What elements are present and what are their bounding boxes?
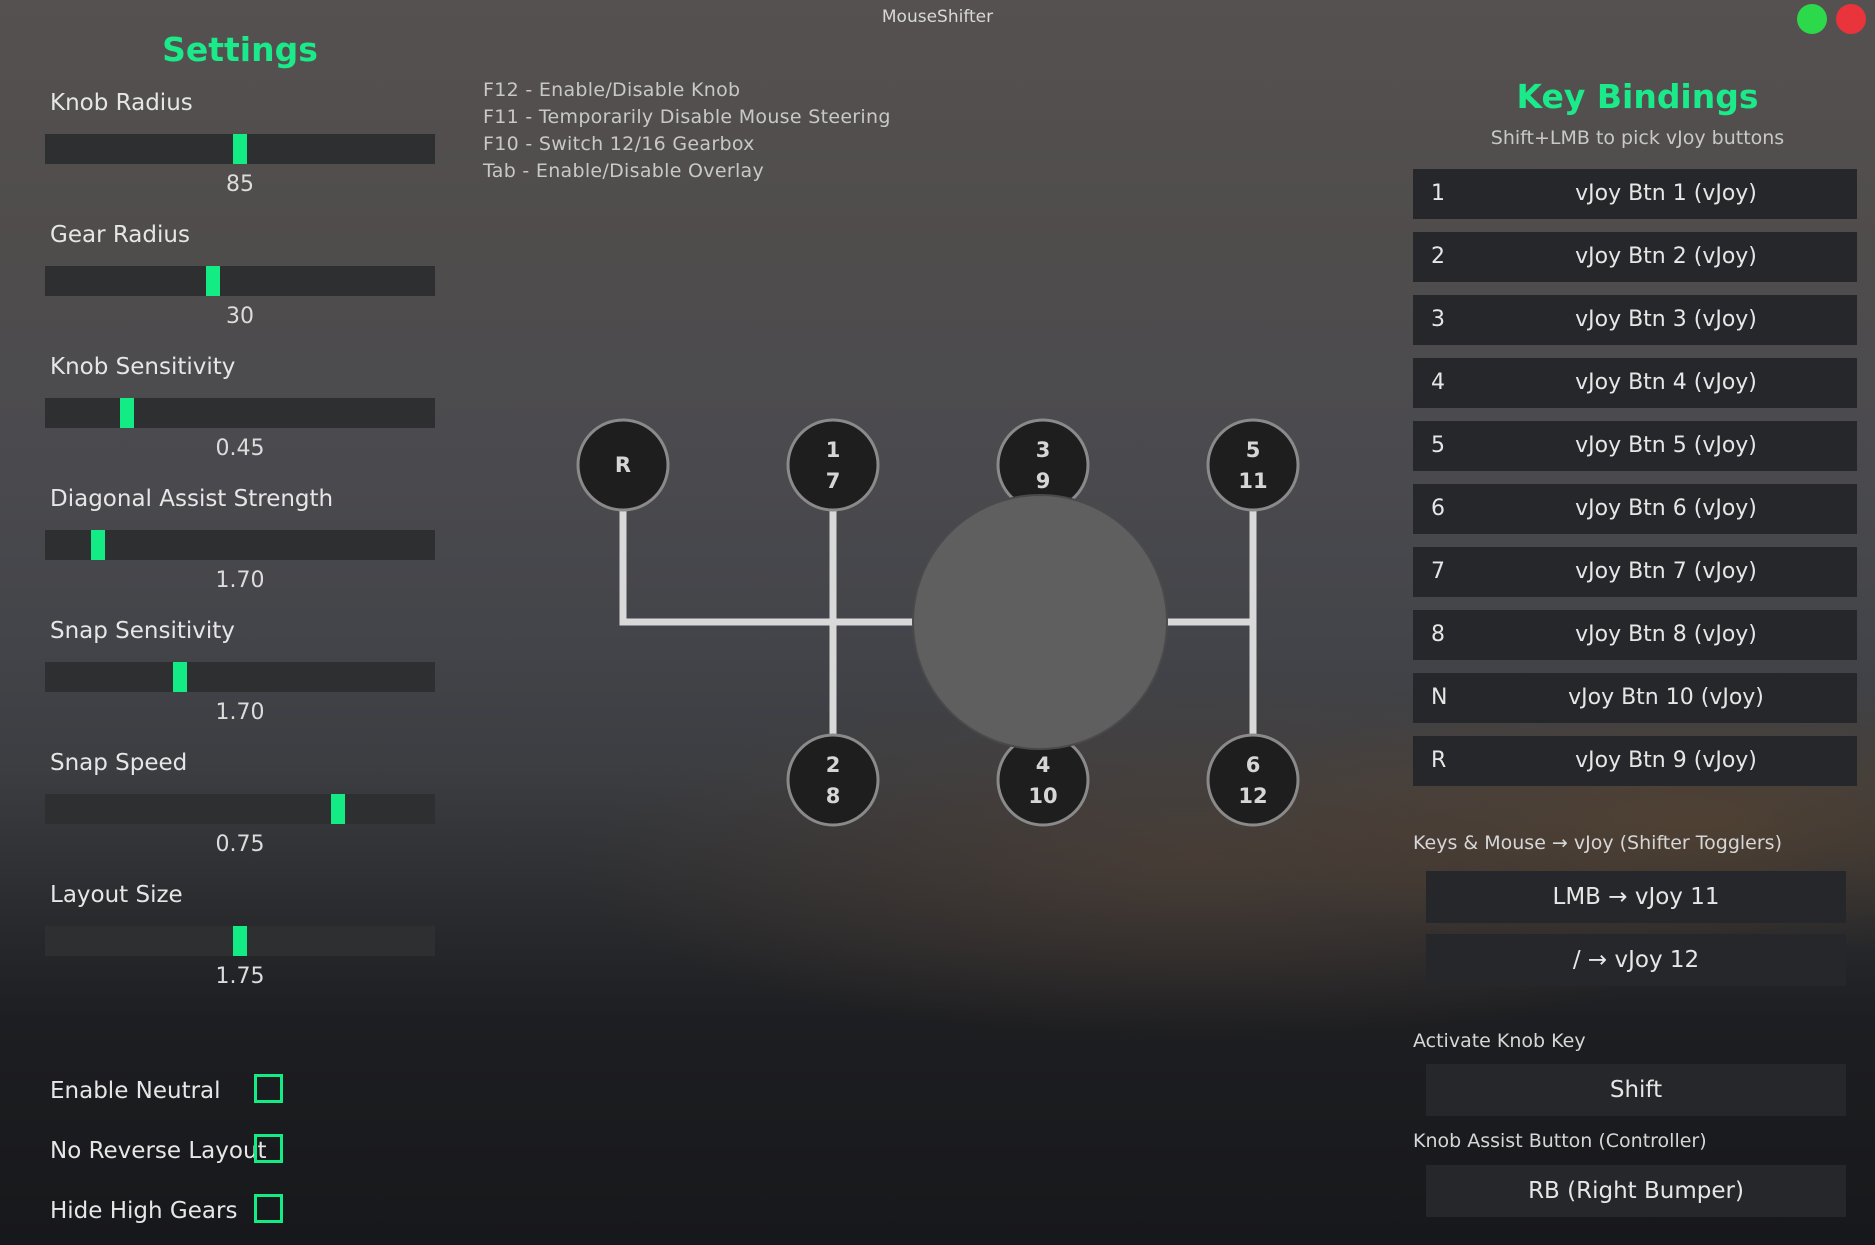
gear-label: 10	[1028, 784, 1057, 808]
binding-key: 3	[1431, 307, 1445, 332]
binding-value: vJoy Btn 10 (vJoy)	[1568, 685, 1764, 710]
binding-key: 8	[1431, 622, 1445, 647]
binding-row-5[interactable]: 5 vJoy Btn 5 (vJoy)	[1413, 421, 1857, 471]
binding-key: 7	[1431, 559, 1445, 584]
gear-2-8[interactable]: 2 8	[786, 733, 880, 827]
gear-label: 12	[1238, 784, 1267, 808]
binding-key: 2	[1431, 244, 1445, 269]
gear-5-11[interactable]: 5 11	[1206, 418, 1300, 512]
binding-value: vJoy Btn 7 (vJoy)	[1575, 559, 1757, 584]
gear-label: 6	[1246, 753, 1261, 777]
binding-value: vJoy Btn 5 (vJoy)	[1575, 433, 1757, 458]
binding-row-6[interactable]: 6 vJoy Btn 6 (vJoy)	[1413, 484, 1857, 534]
key-bindings-title: Key Bindings	[1516, 77, 1759, 116]
binding-value: vJoy Btn 9 (vJoy)	[1575, 748, 1757, 773]
togglers-label: Keys & Mouse → vJoy (Shifter Togglers)	[1413, 832, 1782, 854]
binding-key: N	[1431, 685, 1448, 710]
gear-label: 2	[826, 753, 841, 777]
binding-value: vJoy Btn 6 (vJoy)	[1575, 496, 1757, 521]
binding-key: R	[1431, 748, 1447, 773]
gear-label: 3	[1036, 438, 1051, 462]
gear-label: 4	[1036, 753, 1051, 777]
binding-value: vJoy Btn 8 (vJoy)	[1575, 622, 1757, 647]
binding-row-7[interactable]: 7 vJoy Btn 7 (vJoy)	[1413, 547, 1857, 597]
toggler-lmb-button[interactable]: LMB → vJoy 11	[1426, 871, 1846, 923]
binding-row-2[interactable]: 2 vJoy Btn 2 (vJoy)	[1413, 232, 1857, 282]
binding-row-3[interactable]: 3 vJoy Btn 3 (vJoy)	[1413, 295, 1857, 345]
gear-label: 8	[826, 784, 841, 808]
gear-label: 7	[826, 469, 841, 493]
binding-value: vJoy Btn 4 (vJoy)	[1575, 370, 1757, 395]
toggler-slash-button[interactable]: / → vJoy 12	[1426, 934, 1846, 986]
binding-key: 1	[1431, 181, 1445, 206]
binding-key: 5	[1431, 433, 1445, 458]
gear-label: 11	[1238, 469, 1267, 493]
gear-label: 9	[1036, 469, 1051, 493]
knob-assist-button[interactable]: RB (Right Bumper)	[1426, 1165, 1846, 1217]
key-bindings-subtitle: Shift+LMB to pick vJoy buttons	[1490, 127, 1785, 149]
knob-assist-label: Knob Assist Button (Controller)	[1413, 1130, 1707, 1152]
binding-key: 4	[1431, 370, 1445, 395]
binding-row-1[interactable]: 1 vJoy Btn 1 (vJoy)	[1413, 169, 1857, 219]
activate-knob-key-button[interactable]: Shift	[1426, 1064, 1846, 1116]
binding-row-r[interactable]: R vJoy Btn 9 (vJoy)	[1413, 736, 1857, 786]
binding-value: vJoy Btn 1 (vJoy)	[1575, 181, 1757, 206]
binding-row-8[interactable]: 8 vJoy Btn 8 (vJoy)	[1413, 610, 1857, 660]
gear-label: R	[615, 453, 631, 477]
gear-6-12[interactable]: 6 12	[1206, 733, 1300, 827]
gear-r[interactable]: R	[576, 418, 670, 512]
binding-row-n[interactable]: N vJoy Btn 10 (vJoy)	[1413, 673, 1857, 723]
shifter-knob[interactable]	[912, 494, 1168, 750]
binding-value: vJoy Btn 2 (vJoy)	[1575, 244, 1757, 269]
activate-knob-key-label: Activate Knob Key	[1413, 1030, 1586, 1052]
binding-value: vJoy Btn 3 (vJoy)	[1575, 307, 1757, 332]
binding-key: 6	[1431, 496, 1445, 521]
gear-label: 5	[1246, 438, 1261, 462]
binding-row-4[interactable]: 4 vJoy Btn 4 (vJoy)	[1413, 358, 1857, 408]
gear-label: 1	[826, 438, 841, 462]
gear-1-7[interactable]: 1 7	[786, 418, 880, 512]
